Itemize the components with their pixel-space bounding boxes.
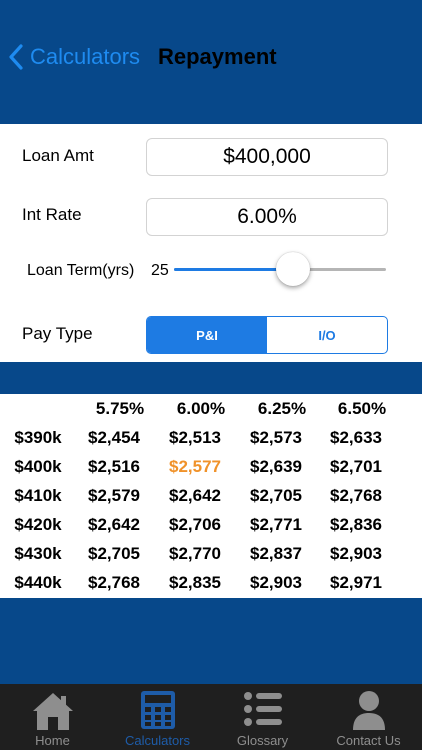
repayment-cell: $2,706 (169, 515, 221, 534)
tab-calculators[interactable]: Calculators (105, 684, 210, 750)
loan-amount-row-header: $420k (14, 515, 62, 534)
interest-rate-label: Int Rate (22, 205, 82, 224)
chevron-left-icon (9, 44, 23, 70)
repayment-cell: $2,835 (169, 573, 221, 592)
loan-term-value: 25 (151, 262, 169, 279)
page-title: Repayment (158, 44, 277, 69)
pay-type-label: Pay Type (22, 324, 93, 343)
repayment-cell: $2,701 (330, 457, 382, 476)
repayment-cell: $2,642 (169, 486, 221, 505)
interest-rate-input[interactable] (146, 198, 388, 236)
repayment-cell: $2,837 (250, 544, 302, 563)
tab-contact-us-label: Contact Us (336, 733, 401, 748)
tab-home-label: Home (35, 733, 70, 748)
repayment-cell: $2,768 (88, 573, 140, 592)
back-button-label: Calculators (30, 44, 141, 69)
navigation-bar: Calculators Repayment (0, 0, 422, 124)
repayment-cell: $2,971 (330, 573, 382, 592)
input-form: Loan Amt Int Rate Loan Term(yrs) 25 Pay … (0, 124, 422, 362)
person-icon (352, 691, 385, 730)
repayment-cell: $2,705 (250, 486, 302, 505)
loan-amount-row-header: $410k (14, 486, 62, 505)
calculator-icon (140, 691, 175, 729)
slider-track-fill (174, 268, 293, 271)
rate-column-header: 5.75% (95, 399, 145, 418)
tab-home[interactable]: Home (0, 684, 105, 750)
pay-type-option-pi[interactable]: P&I (147, 317, 267, 353)
repayment-cell: $2,454 (88, 428, 140, 447)
repayment-cell: $2,771 (250, 515, 302, 534)
rate-column-header: 6.50% (337, 399, 387, 418)
repayment-table: 5.75% 6.00% 6.25% 6.50% $390k $2,454 $2,513 $2,… (0, 394, 422, 598)
list-icon (243, 692, 282, 726)
tab-contact-us[interactable]: Contact Us (315, 684, 422, 750)
repayment-cell: $2,573 (250, 428, 302, 447)
repayment-cell: $2,770 (169, 544, 221, 563)
back-button[interactable]: Calculators (8, 40, 140, 74)
repayment-cell: $2,642 (88, 515, 140, 534)
loan-amount-row-header: $440k (14, 573, 62, 592)
repayment-cell: $2,836 (330, 515, 382, 534)
loan-amount-row-header: $430k (14, 544, 62, 563)
loan-term-label: Loan Term(yrs) (27, 262, 135, 279)
repayment-cell: $2,639 (250, 457, 302, 476)
house-icon (32, 693, 73, 730)
repayment-cell: $2,903 (250, 573, 302, 592)
rate-column-header: 6.00% (176, 399, 226, 418)
rate-column-header: 6.25% (257, 399, 307, 418)
pay-type-option-io[interactable]: I/O (267, 317, 387, 353)
loan-amount-row-header: $390k (14, 428, 62, 447)
slider-thumb[interactable] (275, 252, 310, 286)
loan-amount-row-header: $400k (14, 457, 62, 476)
repayment-cell: $2,705 (88, 544, 140, 563)
repayment-cell: $2,513 (169, 428, 221, 447)
loan-term-slider[interactable] (174, 252, 386, 288)
repayment-cell: $2,903 (330, 544, 382, 563)
tab-bar: Home Calculators Glossary Contact Us (0, 684, 422, 750)
tab-calculators-label: Calculators (124, 733, 191, 748)
loan-amount-input[interactable] (146, 138, 388, 176)
loan-amount-label: Loan Amt (22, 146, 94, 165)
repayment-cell: $2,516 (88, 457, 140, 476)
repayment-cell-highlighted: $2,577 (169, 457, 221, 476)
repayment-cell: $2,633 (330, 428, 382, 447)
tab-glossary[interactable]: Glossary (210, 684, 315, 750)
pay-type-segmented-control: P&I I/O (146, 316, 388, 354)
repayment-cell: $2,768 (330, 486, 382, 505)
repayment-cell: $2,579 (88, 486, 140, 505)
tab-glossary-label: Glossary (236, 733, 289, 748)
